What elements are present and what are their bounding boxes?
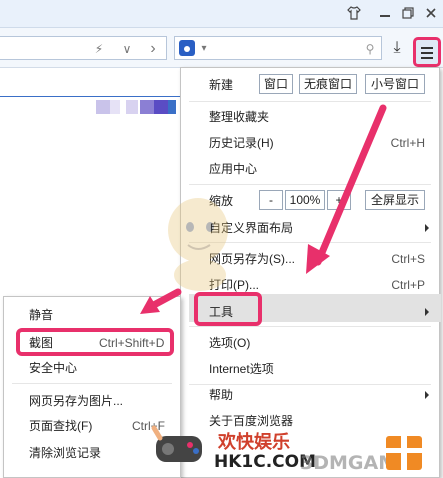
annotation-arrows [140,104,387,314]
watermark-cn-text: 欢快娱乐 [218,432,290,453]
arrow-to-screenshot [140,288,182,314]
arrow-to-tools [306,104,387,274]
hk1c-logo [151,425,202,462]
gift-icon[interactable] [386,436,422,470]
